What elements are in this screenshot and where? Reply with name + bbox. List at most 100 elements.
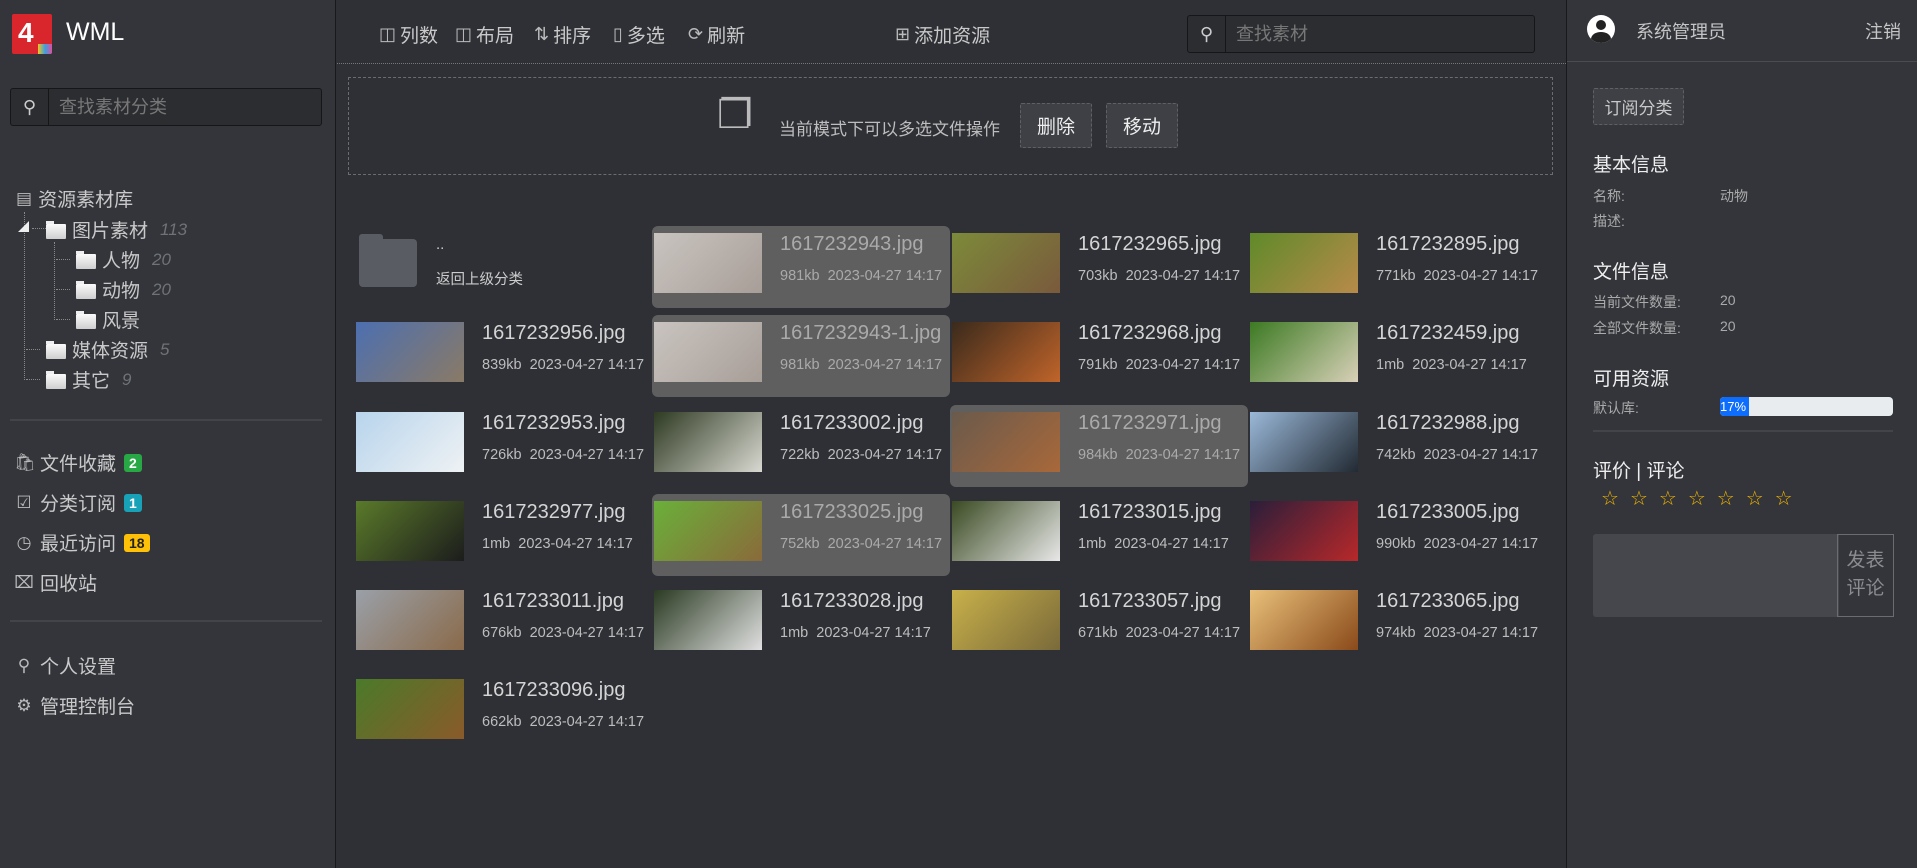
file-date: 2023-04-27 14:17 [1125,625,1241,641]
file-size: 791kb [1078,357,1118,373]
username: 系统管理员 [1636,22,1726,42]
file-thumbnail [654,501,762,561]
tree-item-images[interactable]: 图片素材 113 [46,216,187,243]
file-search-input[interactable] [1226,23,1534,45]
star-icon[interactable]: ☆ [1601,486,1619,511]
file-item[interactable]: 1617232965.jpg 703kb 2023-04-27 14:17 [950,226,1248,308]
file-date: 2023-04-27 14:17 [1423,625,1539,641]
layout-button[interactable]: ◫ 布局 [455,21,514,48]
bag-x-icon: ⌧ [14,572,34,592]
subscriptions-badge: 1 [124,493,142,512]
file-item[interactable]: 1617233028.jpg 1mb 2023-04-27 14:17 [652,583,950,665]
file-item[interactable]: 1617232459.jpg 1mb 2023-04-27 14:17 [1248,315,1546,397]
star-icon[interactable]: ☆ [1630,486,1648,511]
star-icon[interactable]: ☆ [1717,486,1735,511]
file-item[interactable]: 1617232895.jpg 771kb 2023-04-27 14:17 [1248,226,1546,308]
menu-recent[interactable]: ◷ 最近访问 18 [14,529,150,556]
post-comment-button[interactable]: 发表评论 [1837,534,1894,617]
storage-progress-fill: 17% [1720,397,1750,416]
file-thumbnail [356,501,464,561]
file-info-title: 文件信息 [1593,262,1670,283]
file-meta: 722kb 2023-04-27 14:17 [780,447,942,463]
menu-favorites[interactable]: 🛍 文件收藏 2 [14,449,142,476]
file-meta: 791kb 2023-04-27 14:17 [1078,357,1240,373]
folder-icon [46,370,66,389]
columns-button[interactable]: ◫ 列数 [379,21,438,48]
gear-icon: ⚙ [16,695,32,715]
file-thumbnail [952,412,1060,472]
file-meta: 742kb 2023-04-27 14:17 [1376,447,1538,463]
star-icon[interactable]: ☆ [1659,486,1677,511]
file-meta: 1mb 2023-04-27 14:17 [780,625,931,641]
star-icon[interactable]: ☆ [1688,486,1706,511]
file-thumbnail [1250,590,1358,650]
logo: 4 [12,14,52,54]
menu-subscriptions[interactable]: ☑ 分类订阅 1 [14,489,142,516]
tree-item-people[interactable]: 人物 20 [76,246,171,273]
comment-textarea[interactable] [1593,534,1839,617]
file-size: 981kb [780,268,820,284]
file-thumbnail [356,590,464,650]
tree-item-other[interactable]: 其它 9 [46,366,131,393]
menu-admin-console[interactable]: ⚙ 管理控制台 [14,692,135,719]
collapse-toggle-icon[interactable] [18,221,29,232]
file-item[interactable]: 1617233005.jpg 990kb 2023-04-27 14:17 [1248,494,1546,576]
bookmark-check-icon: ☑ [16,492,32,512]
file-item[interactable]: 1617233025.jpg 752kb 2023-04-27 14:17 [652,494,950,576]
menu-personal-settings[interactable]: ⚲ 个人设置 [14,652,116,679]
file-search: ⚲ [1187,15,1535,53]
file-date: 2023-04-27 14:17 [827,357,943,373]
move-button[interactable]: 移动 [1106,103,1178,148]
file-thumbnail [654,412,762,472]
sort-button[interactable]: ⇅ 排序 [534,21,591,48]
file-name: 1617232895.jpg [1376,233,1520,255]
file-item[interactable]: 1617232988.jpg 742kb 2023-04-27 14:17 [1248,405,1546,487]
file-size: 771kb [1376,268,1416,284]
search-icon[interactable]: ⚲ [1188,16,1226,52]
file-item[interactable]: 1617233065.jpg 974kb 2023-04-27 14:17 [1248,583,1546,665]
subscribe-button[interactable]: 订阅分类 [1593,88,1684,125]
file-size: 671kb [1078,625,1118,641]
tree-item-animals[interactable]: 动物 20 [76,276,171,303]
star-icon[interactable]: ☆ [1775,486,1793,511]
folder-icon [46,340,66,359]
file-item[interactable]: 1617233015.jpg 1mb 2023-04-27 14:17 [950,494,1248,576]
parent-folder-item[interactable]: .. 返回上级分类 [354,226,652,308]
file-size: 1mb [482,536,511,552]
file-item[interactable]: 1617232956.jpg 839kb 2023-04-27 14:17 [354,315,652,397]
file-item[interactable]: 1617232943.jpg 981kb 2023-04-27 14:17 [652,226,950,308]
file-item[interactable]: 1617232943-1.jpg 981kb 2023-04-27 14:17 [652,315,950,397]
refresh-button[interactable]: ⟳ 刷新 [688,21,745,48]
file-size: 984kb [1078,447,1118,463]
file-name: 1617232459.jpg [1376,322,1520,344]
file-thumbnail [952,322,1060,382]
columns-icon: ◫ [379,24,397,44]
copy-icon: ❐ [717,93,753,137]
category-search-input[interactable] [49,96,321,118]
file-size: 722kb [780,447,820,463]
tree-item-scenery[interactable]: 风景 [76,306,140,333]
file-meta: 984kb 2023-04-27 14:17 [1078,447,1240,463]
file-size: 981kb [780,357,820,373]
file-item[interactable]: 1617233002.jpg 722kb 2023-04-27 14:17 [652,405,950,487]
file-thumbnail [356,412,464,472]
menu-recycle-bin[interactable]: ⌧ 回收站 [14,569,97,596]
tree-item-media[interactable]: 媒体资源 5 [46,336,169,363]
refresh-icon: ⟳ [688,24,704,44]
file-size: 839kb [482,357,522,373]
file-thumbnail [952,501,1060,561]
file-item[interactable]: 1617233057.jpg 671kb 2023-04-27 14:17 [950,583,1248,665]
tree-root[interactable]: ▤ 资源素材库 [16,185,133,212]
multi-select-button[interactable]: ▯ 多选 [613,21,665,48]
file-item[interactable]: 1617232977.jpg 1mb 2023-04-27 14:17 [354,494,652,576]
file-item[interactable]: 1617232953.jpg 726kb 2023-04-27 14:17 [354,405,652,487]
delete-button[interactable]: 删除 [1020,103,1092,148]
add-resource-button[interactable]: ⊞ 添加资源 [895,21,990,48]
file-item[interactable]: 1617232968.jpg 791kb 2023-04-27 14:17 [950,315,1248,397]
logout-link[interactable]: 注销 [1865,18,1901,44]
file-item[interactable]: 1617233011.jpg 676kb 2023-04-27 14:17 [354,583,652,665]
search-icon[interactable]: ⚲ [11,89,49,125]
star-icon[interactable]: ☆ [1746,486,1764,511]
file-item[interactable]: 1617233096.jpg 662kb 2023-04-27 14:17 [354,672,652,754]
file-item[interactable]: 1617232971.jpg 984kb 2023-04-27 14:17 [950,405,1248,487]
